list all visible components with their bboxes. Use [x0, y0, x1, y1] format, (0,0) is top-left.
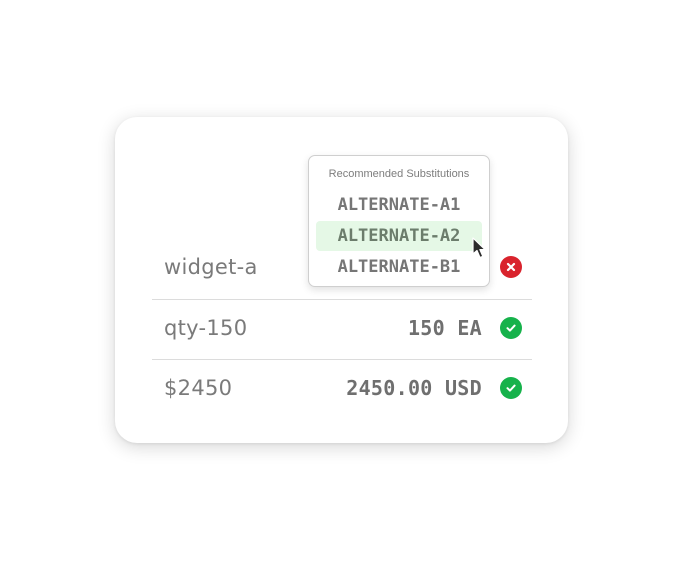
- dropdown-header: Recommended Substitutions: [328, 168, 470, 180]
- row-label: $2450: [164, 376, 233, 400]
- error-status-icon[interactable]: [500, 256, 522, 278]
- dropdown-option[interactable]: ALTERNATE-B1: [316, 252, 482, 282]
- ok-status-icon: [500, 377, 522, 399]
- x-icon: [506, 262, 516, 272]
- validation-card: widget-a qty-150 150 EA $2450 2450.00 US…: [115, 117, 568, 443]
- check-icon: [506, 384, 516, 392]
- ok-status-icon: [500, 317, 522, 339]
- check-icon: [506, 324, 516, 332]
- row-value: 2450.00 USD: [346, 376, 482, 400]
- row-label: widget-a: [164, 255, 258, 279]
- mouse-pointer-icon: [472, 237, 486, 259]
- table-row: qty-150 150 EA: [152, 298, 532, 358]
- table-row: $2450 2450.00 USD: [152, 358, 532, 418]
- dropdown-option-selected[interactable]: ALTERNATE-A2: [316, 221, 482, 251]
- dropdown-option[interactable]: ALTERNATE-A1: [316, 190, 482, 220]
- substitutions-dropdown[interactable]: Recommended Substitutions ALTERNATE-A1 A…: [308, 155, 490, 287]
- row-value: 150 EA: [407, 316, 482, 340]
- row-label: qty-150: [164, 316, 248, 340]
